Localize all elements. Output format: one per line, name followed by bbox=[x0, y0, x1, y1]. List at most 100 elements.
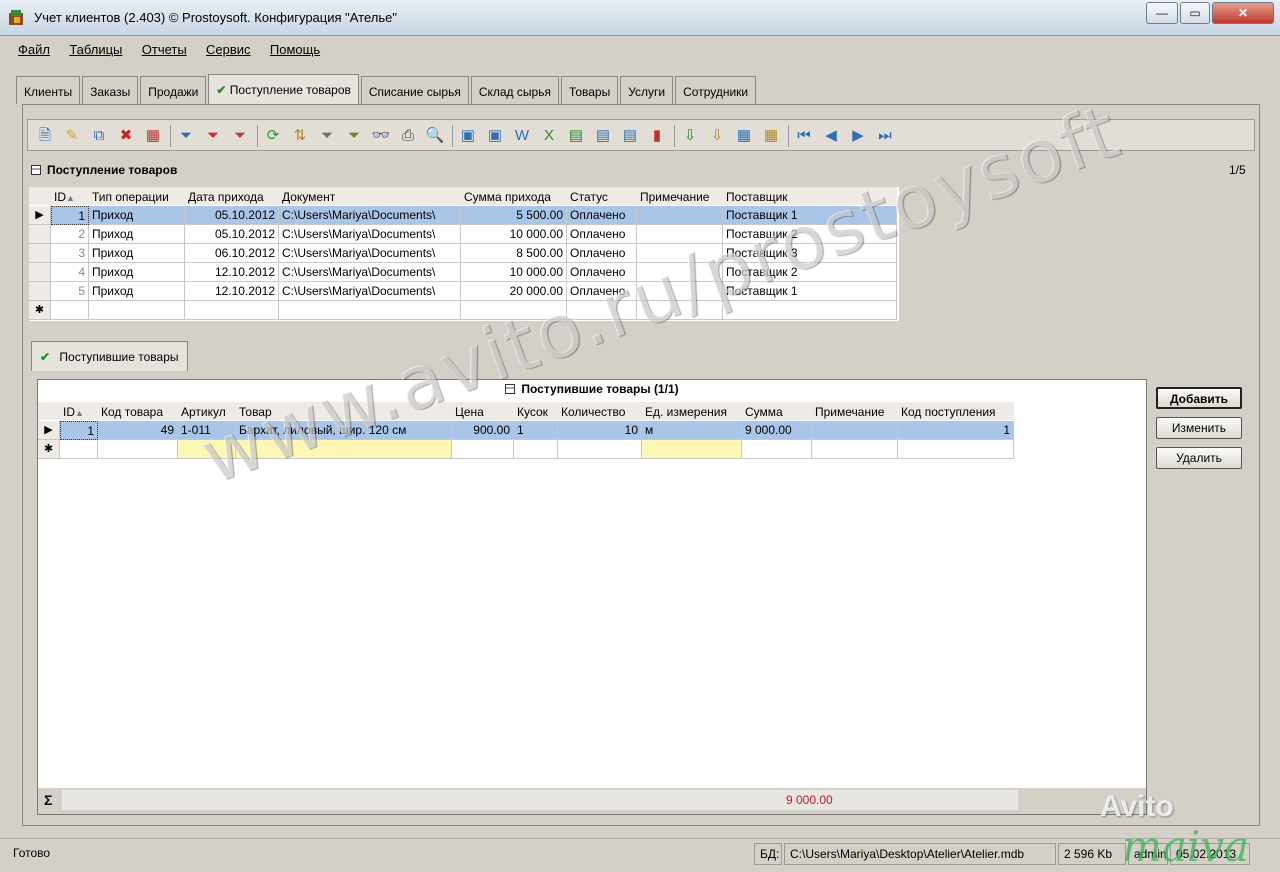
menu-help[interactable]: Помощь bbox=[262, 38, 328, 61]
table-cell[interactable] bbox=[812, 421, 898, 440]
empty-cell[interactable] bbox=[514, 440, 558, 459]
column-header[interactable]: ID▲ bbox=[60, 402, 98, 420]
table-cell[interactable]: 1-011 bbox=[178, 421, 236, 440]
tab-employees[interactable]: Сотрудники bbox=[675, 76, 757, 104]
filter-clear-icon[interactable]: ⏷ bbox=[229, 125, 251, 147]
table-cell[interactable]: 05.10.2012 bbox=[185, 206, 279, 225]
first-record-icon[interactable]: ⏮ bbox=[793, 125, 815, 147]
table-row[interactable]: ▶ 1 49 1-011 Бархат, лиловый, шир. 120 см 900… bbox=[38, 421, 1014, 440]
copy-record-icon[interactable]: ⧉ bbox=[88, 125, 110, 147]
export-excel-icon[interactable]: X bbox=[538, 125, 560, 147]
menu-reports[interactable]: Отчеты bbox=[134, 38, 195, 61]
new-record-icon[interactable]: 🗎 bbox=[34, 125, 56, 147]
empty-cell[interactable] bbox=[567, 301, 637, 320]
columns-icon[interactable]: ▦ bbox=[733, 125, 755, 147]
advanced-filter-icon[interactable]: ⏷ bbox=[316, 125, 338, 147]
new-row[interactable]: ✱ bbox=[38, 440, 1014, 459]
empty-cell[interactable] bbox=[60, 440, 98, 459]
table-cell[interactable]: C:\Users\Mariya\Documents\ bbox=[279, 225, 461, 244]
export-calc-icon[interactable]: ▤ bbox=[565, 125, 587, 147]
tab-orders[interactable]: Заказы bbox=[82, 76, 139, 104]
table-cell[interactable]: 5 bbox=[51, 282, 89, 301]
column-header[interactable]: Документ bbox=[279, 187, 461, 205]
delete-button[interactable]: Удалить bbox=[1156, 447, 1242, 469]
column-header[interactable]: Дата прихода bbox=[185, 187, 279, 205]
column-header[interactable]: Количество bbox=[558, 402, 642, 420]
table-cell[interactable]: Поставщик 1 bbox=[723, 282, 897, 301]
table-cell[interactable]: Оплачено bbox=[567, 225, 637, 244]
table-cell[interactable]: Приход bbox=[89, 225, 185, 244]
find-binoculars-icon[interactable]: 👓 bbox=[370, 125, 392, 147]
menu-service[interactable]: Сервис bbox=[198, 38, 259, 61]
tab-received-goods[interactable]: ✔ Поступившие товары bbox=[31, 341, 188, 371]
add-button[interactable]: Добавить bbox=[1156, 387, 1242, 409]
table-cell[interactable]: 05.10.2012 bbox=[185, 225, 279, 244]
export-2-icon[interactable]: ▣ bbox=[484, 125, 506, 147]
table-cell[interactable]: Приход bbox=[89, 244, 185, 263]
sort-icon[interactable]: ⇅ bbox=[289, 125, 311, 147]
empty-cell[interactable] bbox=[742, 440, 812, 459]
table-cell[interactable]: Оплачено bbox=[567, 263, 637, 282]
minimize-button[interactable]: — bbox=[1146, 2, 1178, 24]
tab-raw-stock[interactable]: Склад сырья bbox=[470, 76, 559, 104]
table-cell[interactable] bbox=[637, 225, 723, 244]
export-icon[interactable]: ▣ bbox=[457, 125, 479, 147]
settings-grid-icon[interactable]: ▦ bbox=[760, 125, 782, 147]
new-row[interactable]: ✱ bbox=[29, 301, 897, 320]
empty-cell[interactable] bbox=[452, 440, 514, 459]
export-xml-icon[interactable]: ▤ bbox=[619, 125, 641, 147]
menu-tables[interactable]: Таблицы bbox=[61, 38, 130, 61]
print-preview-icon[interactable]: 🔍 bbox=[424, 125, 446, 147]
export-word-icon[interactable]: W bbox=[511, 125, 533, 147]
empty-cell[interactable] bbox=[898, 440, 1014, 459]
import-icon[interactable]: ⇩ bbox=[679, 125, 701, 147]
column-header[interactable]: Код товара bbox=[98, 402, 178, 420]
table-cell[interactable]: 10 000.00 bbox=[461, 263, 567, 282]
table-cell[interactable]: 3 bbox=[51, 244, 89, 263]
print-icon[interactable]: ⎙ bbox=[397, 125, 419, 147]
next-record-icon[interactable]: ▶ bbox=[847, 125, 869, 147]
edit-button[interactable]: Изменить bbox=[1156, 417, 1242, 439]
empty-cell[interactable] bbox=[637, 301, 723, 320]
empty-cell[interactable] bbox=[236, 440, 452, 459]
column-header[interactable]: Сумма прихода bbox=[461, 187, 567, 205]
table-cell[interactable]: 900.00 bbox=[452, 421, 514, 440]
table-cell[interactable]: Бархат, лиловый, шир. 120 см bbox=[236, 421, 452, 440]
chart-icon[interactable]: ▮ bbox=[646, 125, 668, 147]
table-cell[interactable]: 8 500.00 bbox=[461, 244, 567, 263]
tab-write-off[interactable]: Списание сырья bbox=[360, 76, 469, 104]
table-cell[interactable]: м bbox=[642, 421, 742, 440]
column-header[interactable]: Артикул bbox=[178, 402, 236, 420]
column-header[interactable]: Кусок bbox=[514, 402, 558, 420]
table-cell[interactable]: 1 bbox=[898, 421, 1014, 440]
table-cell[interactable]: 49 bbox=[98, 421, 178, 440]
table-cell[interactable] bbox=[637, 206, 723, 225]
empty-cell[interactable] bbox=[279, 301, 461, 320]
tab-services[interactable]: Услуги bbox=[620, 76, 674, 104]
column-header[interactable]: Тип операции bbox=[89, 187, 185, 205]
empty-cell[interactable] bbox=[642, 440, 742, 459]
delete-icon[interactable]: ✖ bbox=[115, 125, 137, 147]
table-cell[interactable]: C:\Users\Mariya\Documents\ bbox=[279, 244, 461, 263]
table-cell[interactable]: Поставщик 2 bbox=[723, 225, 897, 244]
table-row[interactable]: 4 Приход 12.10.2012 C:\Users\Mariya\Documen… bbox=[29, 263, 897, 282]
delete-table-icon[interactable]: ▦ bbox=[142, 125, 164, 147]
filter-icon[interactable]: ⏷ bbox=[175, 125, 197, 147]
table-cell[interactable] bbox=[637, 282, 723, 301]
table-cell[interactable]: C:\Users\Mariya\Documents\ bbox=[279, 206, 461, 225]
table-cell[interactable]: 12.10.2012 bbox=[185, 282, 279, 301]
maximize-button[interactable]: ▭ bbox=[1180, 2, 1210, 24]
empty-cell[interactable] bbox=[558, 440, 642, 459]
table-cell[interactable] bbox=[637, 263, 723, 282]
table-cell[interactable]: 1 bbox=[60, 421, 98, 440]
column-header[interactable]: Ед. измерения bbox=[642, 402, 742, 420]
table-cell[interactable]: Оплачено bbox=[567, 206, 637, 225]
table-cell[interactable]: C:\Users\Mariya\Documents\ bbox=[279, 282, 461, 301]
table-cell[interactable] bbox=[637, 244, 723, 263]
column-header[interactable]: Статус bbox=[567, 187, 637, 205]
column-header[interactable]: Поставщик bbox=[723, 187, 897, 205]
edit-pencil-icon[interactable]: ✎ bbox=[61, 125, 83, 147]
table-cell[interactable]: 5 500.00 bbox=[461, 206, 567, 225]
column-header[interactable]: Товар bbox=[236, 402, 452, 420]
table-cell[interactable]: 4 bbox=[51, 263, 89, 282]
